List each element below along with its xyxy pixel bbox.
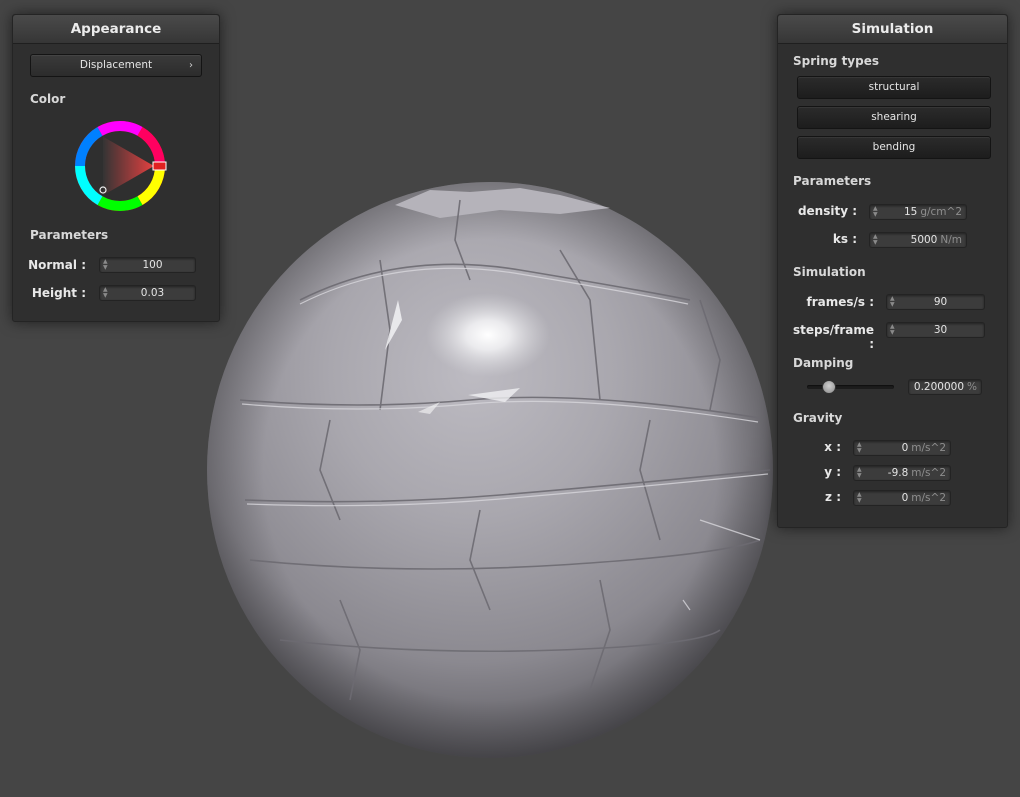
appearance-title: Appearance <box>13 15 219 44</box>
fps-value: 90 <box>933 296 948 308</box>
gravity-y-input[interactable]: ▲ ▼ -9.8 m/s^2 <box>853 465 951 481</box>
ks-label: ks : <box>832 232 857 246</box>
fps-label: frames/s : <box>806 295 874 309</box>
fps-input[interactable]: ▲ ▼ 90 <box>886 294 985 310</box>
normal-value: 100 <box>142 259 163 271</box>
shearing-label: shearing <box>871 111 917 123</box>
height-input[interactable]: ▲ ▼ 0.03 <box>99 285 196 301</box>
spinner-icon[interactable]: ▲ ▼ <box>873 234 879 246</box>
normal-input[interactable]: ▲ ▼ 100 <box>99 257 196 273</box>
sim-parameters-label: Parameters <box>793 174 872 188</box>
displaced-sphere <box>207 182 773 758</box>
gravity-z-input[interactable]: ▲ ▼ 0 m/s^2 <box>853 490 951 506</box>
gravity-y-unit: m/s^2 <box>911 467 946 479</box>
color-label: Color <box>30 92 66 106</box>
appearance-panel: Appearance Displacement › Color Paramete… <box>12 14 220 322</box>
bending-button[interactable]: bending <box>797 136 991 159</box>
color-wheel-icon[interactable] <box>72 118 168 214</box>
ks-input[interactable]: ▲ ▼ 5000 N/m <box>869 232 967 248</box>
spinner-icon[interactable]: ▲ ▼ <box>103 259 109 271</box>
gravity-z-unit: m/s^2 <box>911 492 946 504</box>
ks-unit: N/m <box>940 234 962 246</box>
gravity-y-label: y : <box>824 465 841 479</box>
gravity-x-input[interactable]: ▲ ▼ 0 m/s^2 <box>853 440 951 456</box>
density-input[interactable]: ▲ ▼ 15 g/cm^2 <box>869 204 967 220</box>
density-value: 15 <box>903 206 918 218</box>
spinner-icon[interactable]: ▲ ▼ <box>103 287 109 299</box>
structural-label: structural <box>868 81 920 93</box>
gravity-label: Gravity <box>793 411 843 425</box>
height-label: Height : <box>31 286 86 300</box>
simulation-section-label: Simulation <box>793 265 866 279</box>
bending-label: bending <box>872 141 916 153</box>
appearance-parameters-label: Parameters <box>30 228 109 242</box>
spring-types-label: Spring types <box>793 54 880 68</box>
normal-label: Normal : <box>28 258 86 272</box>
simulation-panel: Simulation Spring types structural shear… <box>777 14 1008 528</box>
density-unit: g/cm^2 <box>920 206 962 218</box>
gravity-y-value: -9.8 <box>887 467 909 479</box>
gravity-z-label: z : <box>825 490 841 504</box>
steps-input[interactable]: ▲ ▼ 30 <box>886 322 985 338</box>
spinner-icon[interactable]: ▲ ▼ <box>857 492 863 504</box>
structural-button[interactable]: structural <box>797 76 991 99</box>
damping-slider[interactable] <box>807 380 894 394</box>
gravity-x-unit: m/s^2 <box>911 442 946 454</box>
simulation-title: Simulation <box>778 15 1007 44</box>
displacement-button[interactable]: Displacement › <box>30 54 202 77</box>
shearing-button[interactable]: shearing <box>797 106 991 129</box>
spinner-icon[interactable]: ▲ ▼ <box>857 467 863 479</box>
density-label: density : <box>797 204 857 218</box>
spinner-icon[interactable]: ▲ ▼ <box>890 324 896 336</box>
steps-label: steps/frame : <box>792 323 874 351</box>
chevron-right-icon: › <box>189 60 193 71</box>
gravity-x-label: x : <box>824 440 841 454</box>
damping-input[interactable]: 0.200000% <box>908 379 982 395</box>
displacement-label: Displacement <box>79 59 153 71</box>
height-value: 0.03 <box>140 287 165 299</box>
damping-unit: % <box>967 381 977 393</box>
steps-value: 30 <box>933 324 948 336</box>
gravity-z-value: 0 <box>901 492 909 504</box>
ks-value: 5000 <box>910 234 938 246</box>
damping-label: Damping <box>793 356 854 370</box>
spinner-icon[interactable]: ▲ ▼ <box>890 296 896 308</box>
gravity-x-value: 0 <box>901 442 909 454</box>
damping-slider-knob[interactable] <box>821 380 836 394</box>
damping-value: 0.200000 <box>913 381 965 393</box>
spinner-icon[interactable]: ▲ ▼ <box>873 206 879 218</box>
spinner-icon[interactable]: ▲ ▼ <box>857 442 863 454</box>
